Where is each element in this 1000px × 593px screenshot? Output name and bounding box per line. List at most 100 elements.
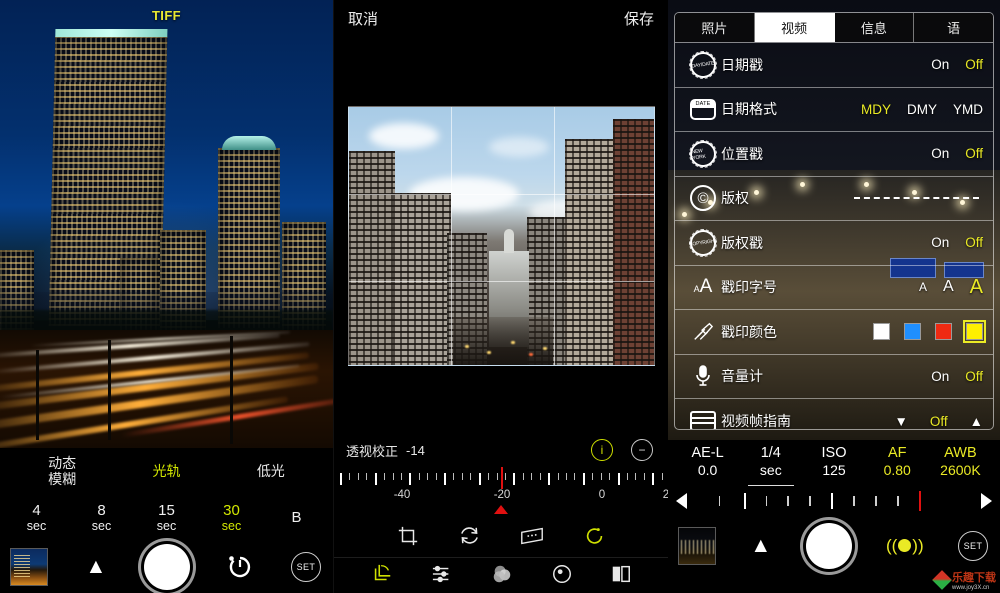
stepper-up[interactable]: ▲ [970, 414, 983, 429]
option-off[interactable]: Off [965, 146, 983, 161]
color-swatch-red[interactable] [935, 323, 952, 341]
color-swatch-white[interactable] [873, 323, 890, 341]
duration-30sec[interactable]: 30 sec [199, 502, 264, 534]
compare-tab[interactable] [609, 563, 633, 590]
row-date-format[interactable]: 日期格式 MDY DMY YMD [675, 88, 993, 132]
info-button[interactable]: i [591, 439, 613, 461]
crop-icon[interactable] [397, 525, 419, 552]
white-balance[interactable]: AWB 2600K [929, 445, 992, 479]
perspective-value: -14 [406, 442, 425, 458]
option-on[interactable]: On [931, 146, 949, 161]
perspective-slider[interactable]: -40 -20 0 2 [334, 467, 668, 519]
row-video-frame-guide[interactable]: 视频帧指南 ▼ Off ▲ [675, 399, 993, 429]
color-mix-tab[interactable] [490, 563, 514, 590]
arrow-right-icon[interactable] [981, 493, 992, 509]
option-off[interactable]: Off [965, 235, 983, 250]
chevron-up-icon[interactable]: ▲ [86, 556, 107, 577]
duration-8sec[interactable]: 8 sec [69, 502, 134, 534]
iso[interactable]: ISO 125 [802, 445, 865, 479]
awb-label: AWB [944, 445, 977, 462]
stepper-value[interactable]: Off [930, 414, 948, 429]
option-mdy[interactable]: MDY [861, 102, 891, 117]
font-size-large[interactable]: A [970, 276, 983, 299]
row-label: 版权戳 [721, 234, 763, 251]
slider-ticks[interactable] [697, 491, 971, 511]
color-swatch-blue[interactable] [904, 323, 921, 341]
shutter-button[interactable] [805, 522, 852, 569]
tab-language[interactable]: 语 [914, 13, 993, 42]
row-copyright-stamp[interactable]: COPYRIGHT 版权戳 On Off [675, 221, 993, 266]
duration-value: 8 [97, 502, 106, 520]
row-volume-meter[interactable]: 音量计 On Off [675, 355, 993, 399]
gallery-thumbnail[interactable] [678, 526, 716, 565]
shutter-button[interactable] [143, 543, 190, 590]
row-stamp-color[interactable]: 戳印颜色 [675, 310, 993, 355]
row-location-stamp[interactable]: NEW YORK 位置戳 On Off [675, 132, 993, 177]
arrow-left-icon[interactable] [676, 493, 687, 509]
duration-bulb[interactable]: B [264, 509, 329, 526]
perspective-icon[interactable] [519, 526, 545, 551]
font-size-small[interactable]: A [919, 280, 927, 294]
left-bottom-bar: ▲ SET [0, 540, 333, 593]
adjust-sliders-tab[interactable] [430, 564, 454, 589]
awb-value: 2600K [940, 462, 981, 479]
duration-15sec[interactable]: 15 sec [134, 502, 199, 534]
rotate-icon[interactable] [458, 524, 481, 552]
color-swatch-yellow[interactable] [963, 320, 986, 344]
value-slider[interactable] [668, 484, 1000, 518]
ae-lock-value: 0.0 [697, 462, 718, 479]
date-stamp-seal-icon: DAY/DATE [685, 50, 721, 80]
af-value: 0.80 [883, 462, 911, 479]
option-on[interactable]: On [931, 369, 949, 384]
option-ymd[interactable]: YMD [953, 102, 983, 117]
crop-rotate-tab[interactable] [370, 563, 394, 590]
vignette-tab[interactable] [551, 563, 573, 590]
editor-canvas[interactable] [334, 36, 668, 435]
option-on[interactable]: On [931, 235, 949, 250]
ruler-labels: -40 -20 0 2 [334, 489, 668, 503]
duration-4sec[interactable]: 4 sec [4, 502, 69, 534]
tab-info[interactable]: 信息 [834, 13, 915, 42]
cancel-button[interactable]: 取消 [348, 8, 378, 29]
gallery-thumbnail[interactable] [10, 547, 48, 586]
tab-photo[interactable]: 照片 [675, 13, 755, 42]
autofocus[interactable]: AF 0.80 [866, 445, 929, 479]
font-size-medium[interactable]: A [943, 278, 954, 296]
tab-video[interactable]: 视频 [754, 13, 835, 42]
copyright-input[interactable] [854, 197, 979, 200]
watermark-url: www.joy3X.cn [952, 585, 990, 591]
editor-controls: 透视校正 -14 i − -40 -20 0 [334, 435, 668, 593]
settings-tabs: 照片 视频 信息 语 [675, 13, 993, 43]
stepper-down[interactable]: ▼ [894, 414, 907, 429]
wireless-remote-icon[interactable]: (()) [886, 536, 924, 556]
left-live-preview[interactable]: TIFF [0, 0, 333, 448]
self-timer-icon[interactable] [227, 554, 253, 580]
option-off[interactable]: Off [965, 369, 983, 384]
shutter-speed[interactable]: 1/4 sec [739, 445, 802, 486]
settings-rows: DAY/DATE 日期戳 On Off 日期格式 MDY DMY YMD [675, 43, 993, 429]
mode-motion-blur[interactable]: 动态 模糊 [10, 455, 114, 487]
row-date-stamp[interactable]: DAY/DATE 日期戳 On Off [675, 43, 993, 88]
brush-icon [685, 321, 721, 343]
mode-light-trail[interactable]: 光轨 [114, 463, 218, 480]
option-dmy[interactable]: DMY [907, 102, 937, 117]
font-size-icon: AA [693, 276, 713, 298]
option-on[interactable]: On [931, 57, 949, 72]
set-button[interactable]: SET [290, 551, 321, 582]
edited-photo[interactable] [348, 105, 655, 366]
set-button[interactable]: SET [958, 530, 989, 561]
mode-low-light[interactable]: 低光 [219, 463, 323, 480]
row-copyright[interactable]: © 版权 [675, 177, 993, 221]
option-off[interactable]: Off [965, 57, 983, 72]
reset-rotate-icon[interactable] [584, 525, 606, 552]
duration-unit: sec [156, 519, 177, 534]
iso-value: 125 [822, 462, 846, 479]
row-label: 位置戳 [721, 145, 763, 162]
ae-lock[interactable]: AE-L 0.0 [676, 445, 739, 479]
ruler-needle [501, 467, 503, 489]
row-stamp-font-size[interactable]: AA 戳印字号 A A A [675, 266, 993, 310]
chevron-up-icon[interactable]: ▲ [750, 535, 771, 556]
format-label: TIFF [151, 8, 182, 23]
save-button[interactable]: 保存 [624, 8, 654, 29]
reset-button[interactable]: − [631, 439, 653, 461]
